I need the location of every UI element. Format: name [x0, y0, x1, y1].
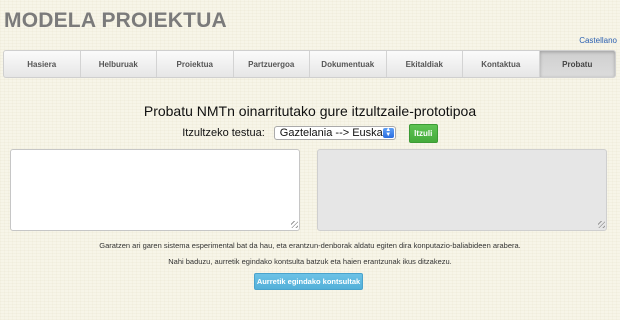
nav-item-hasiera[interactable]: Hasiera [4, 51, 81, 77]
language-pair-select[interactable]: Gaztelania --> Euskara ▲ ▼ [273, 126, 396, 140]
nav-item-probatu[interactable]: Probatu [539, 51, 615, 77]
nav-item-ekitaldiak[interactable]: Ekitaldiak [387, 51, 463, 77]
language-pair-value: Gaztelania --> Euskara [279, 127, 393, 139]
site-title: MODELA PROIEKTUA [4, 9, 227, 32]
output-textarea[interactable] [317, 149, 607, 231]
language-link-castellano[interactable]: Castellano [579, 36, 617, 45]
source-textarea[interactable] [10, 149, 300, 231]
resize-grip-icon[interactable] [291, 221, 298, 228]
previous-queries-button[interactable]: Aurretik egindako kontsultak [254, 273, 363, 290]
history-note: Nahi baduzu, aurretik egindako kontsulta… [168, 257, 452, 266]
nav-item-proiektua[interactable]: Proiektua [157, 51, 234, 77]
source-row: Itzultzeko testua: Gaztelania --> Euskar… [0, 123, 620, 143]
experimental-note: Garatzen ari garen sistema esperimental … [99, 241, 521, 250]
source-label: Itzultzeko testua: [182, 127, 265, 139]
translate-button[interactable]: Itzuli [408, 123, 438, 143]
nav-item-helburuak[interactable]: Helburuak [81, 51, 157, 77]
nav-item-partzuergoa[interactable]: Partzuergoa [234, 51, 310, 77]
resize-grip-icon[interactable] [598, 221, 605, 228]
nav-item-kontaktua[interactable]: Kontaktua [463, 51, 540, 77]
translator-heading: Probatu NMTn oinarritutako gure itzultza… [143, 103, 477, 119]
main-nav: Hasiera Helburuak Proiektua Partzuergoa … [3, 50, 616, 78]
select-arrows-icon: ▲ ▼ [382, 127, 394, 138]
nav-item-dokumentuak[interactable]: Dokumentuak [310, 51, 387, 77]
